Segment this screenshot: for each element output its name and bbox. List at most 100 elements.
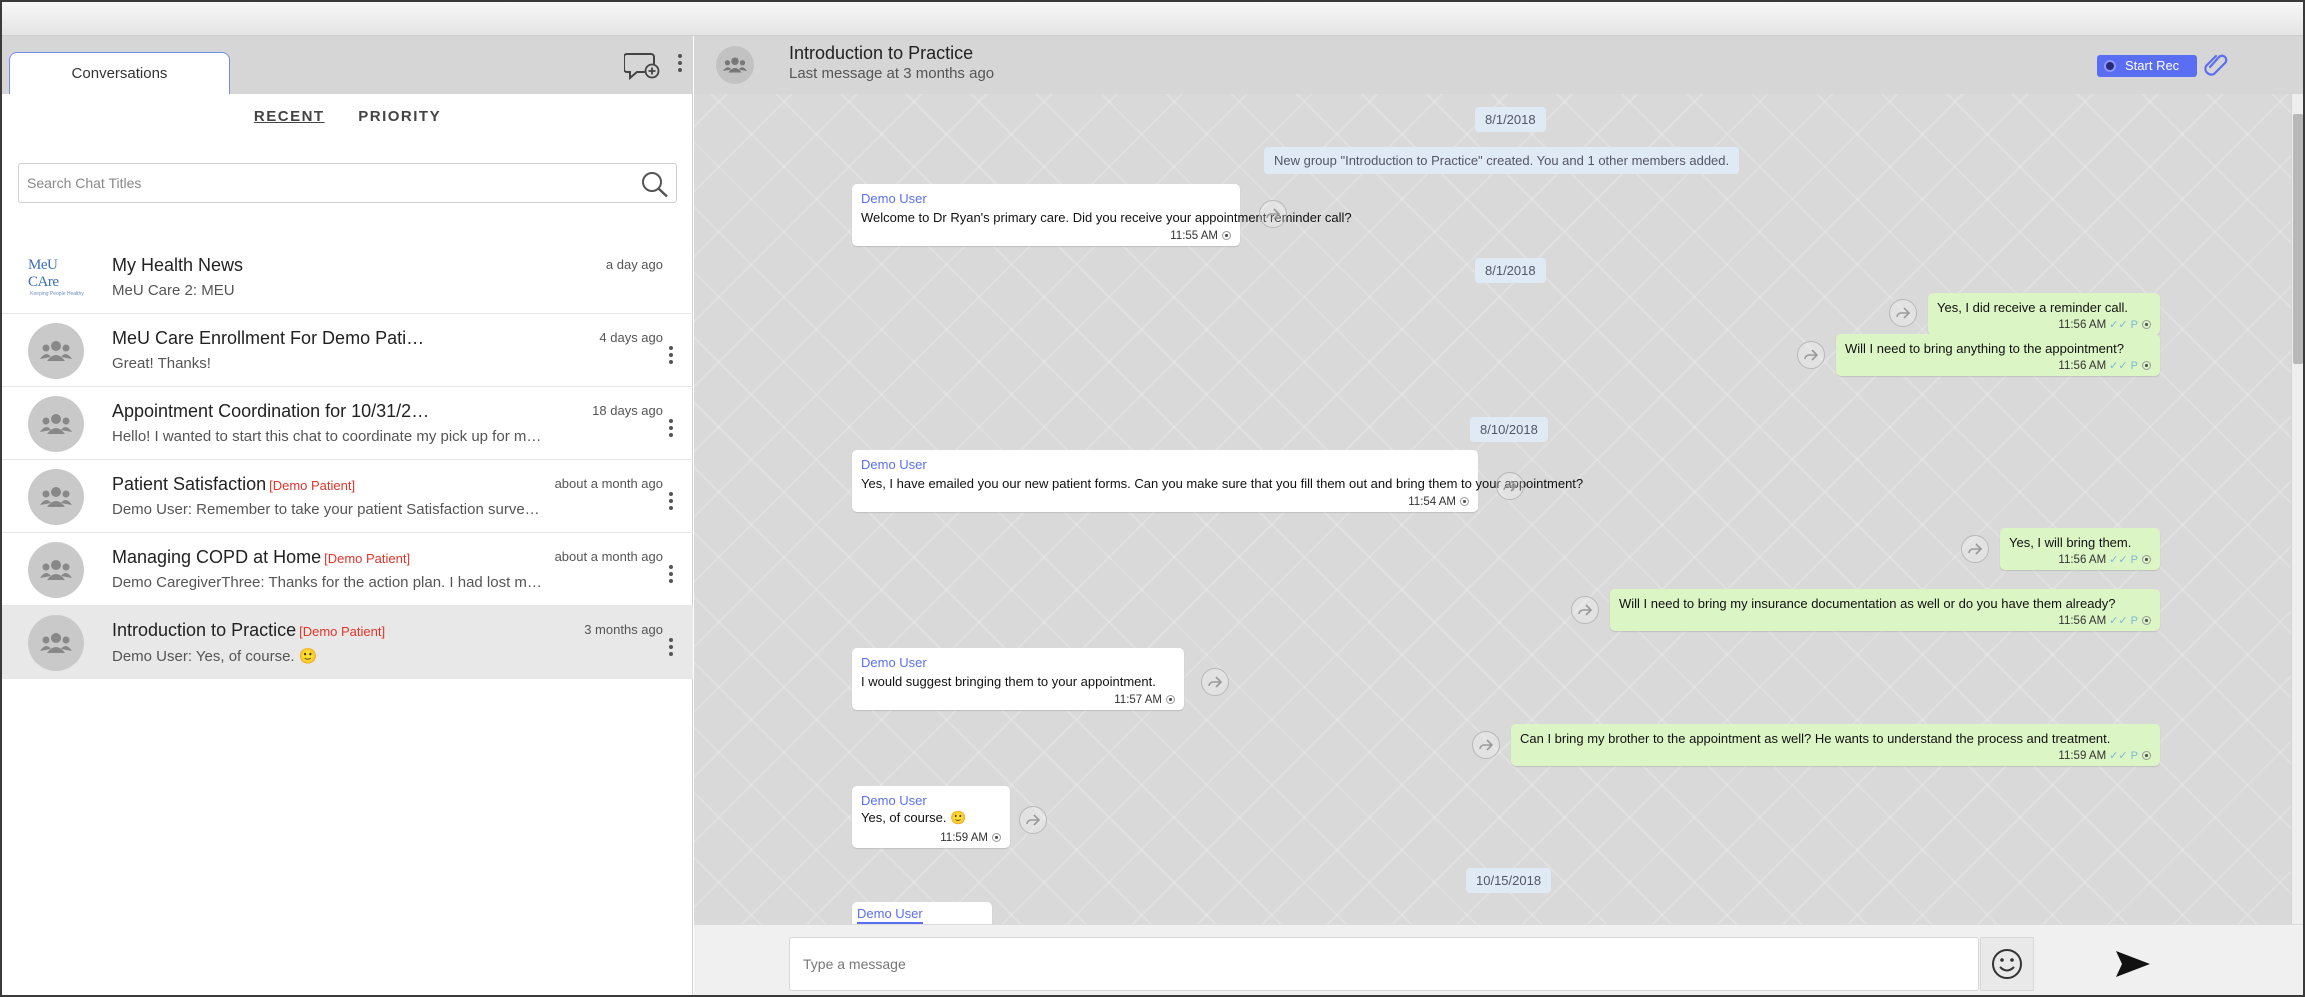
incoming-message: Demo User Welcome to Dr Ryan's primary c… (852, 184, 1352, 246)
group-icon (28, 323, 84, 379)
group-icon[interactable] (716, 46, 754, 84)
emoji-icon[interactable] (1980, 937, 2034, 991)
delivery-status-icon (1460, 497, 1469, 506)
conversation-title: Patient Satisfaction [Demo Patient] (112, 474, 355, 495)
read-receipt: ✓✓ P (2109, 554, 2138, 566)
chat-panel: Introduction to Practice Last message at… (694, 36, 2303, 995)
delivery-status-icon (2142, 361, 2151, 370)
incoming-message: Demo User (852, 902, 992, 924)
message-input[interactable] (790, 938, 1978, 990)
conversation-time: 4 days ago (599, 330, 663, 345)
sidebar-menu-icon[interactable] (673, 54, 687, 80)
read-receipt: ✓✓ P (2109, 615, 2138, 627)
delivery-status-icon (2142, 555, 2151, 564)
filter-recent[interactable]: RECENT (254, 108, 325, 125)
message-time: 11:56 AM ✓✓ P (2058, 318, 2151, 331)
date-separator: 8/1/2018 (1475, 107, 1546, 132)
read-receipt: ✓✓ P (2109, 360, 2138, 372)
message-time-text: 11:59 AM (2058, 750, 2107, 762)
start-recording-label: Start Rec (2125, 58, 2180, 73)
date-separator: 10/15/2018 (1466, 868, 1552, 893)
conversation-item-selected[interactable]: Introduction to Practice [Demo Patient] D… (2, 606, 693, 679)
search-input[interactable] (27, 164, 627, 202)
chat-scrollbar[interactable] (2291, 94, 2303, 924)
record-icon (2104, 60, 2116, 72)
forward-icon[interactable] (1259, 200, 1287, 228)
search-icon[interactable] (640, 170, 670, 198)
forward-icon[interactable] (1019, 806, 1047, 834)
chat-header: Introduction to Practice Last message at… (694, 36, 2303, 94)
start-recording-button[interactable]: Start Rec (2097, 55, 2197, 77)
conversation-menu-icon[interactable] (666, 346, 676, 372)
message-time: 11:56 AM ✓✓ P (2058, 614, 2151, 627)
conversation-item[interactable]: MeU Care Enrollment For Demo Pati… Great… (2, 314, 693, 387)
message-sender: Demo User (861, 655, 927, 670)
message-time-text: 11:56 AM (2058, 554, 2107, 566)
incoming-message: Demo User Yes, of course. 🙂 11:59 AM (852, 786, 1010, 848)
forward-icon[interactable] (1889, 299, 1917, 327)
conversation-item[interactable]: Managing COPD at Home [Demo Patient] Demo… (2, 533, 693, 606)
conversation-list: MeU CAre Keeping People Healthy My Healt… (2, 241, 693, 679)
message-sender: Demo User (861, 793, 927, 808)
conversation-menu-icon[interactable] (666, 638, 676, 664)
message-composer (694, 924, 2303, 995)
delivery-status-icon (992, 833, 1001, 842)
conversation-item[interactable]: Appointment Coordination for 10/31/2… He… (2, 387, 693, 460)
conversation-menu-icon[interactable] (666, 419, 676, 445)
forward-icon[interactable] (1472, 731, 1500, 759)
delivery-status-icon (2142, 320, 2151, 329)
incoming-message: Demo User Yes, I have emailed you our ne… (852, 450, 1583, 512)
incoming-message: Demo User I would suggest bringing them … (852, 648, 1184, 710)
conversation-preview: Demo CaregiverThree: Thanks for the acti… (112, 574, 542, 591)
conversations-sidebar: Conversations RECENT PRIORITY Search Cha… (2, 36, 693, 995)
outgoing-message: Will I need to bring my insurance docume… (1610, 589, 2160, 631)
filter-priority[interactable]: PRIORITY (358, 108, 441, 125)
browser-top-strip (2, 2, 2303, 36)
message-text: I would suggest bringing them to your ap… (861, 674, 1156, 689)
message-time-text: 11:55 AM (1170, 230, 1218, 242)
message-time-text: 11:57 AM (1114, 694, 1162, 706)
conversation-preview: Hello! I wanted to start this chat to co… (112, 428, 542, 445)
conversation-title: Introduction to Practice [Demo Patient] (112, 620, 385, 641)
conversation-title-text: My Health News (112, 255, 244, 275)
demo-patient-tag: [Demo Patient] (269, 478, 356, 493)
conversation-title-text: Appointment Coordination for 10/31/2… (112, 401, 430, 421)
message-time-text: 11:59 AM (940, 832, 988, 844)
group-icon (28, 615, 84, 671)
attachment-icon[interactable] (2204, 51, 2228, 79)
forward-icon[interactable] (1797, 341, 1825, 369)
new-chat-icon[interactable] (623, 51, 660, 81)
chat-last-message-status: Last message at 3 months ago (789, 65, 995, 82)
message-text: Can I bring my brother to the appointmen… (1520, 731, 2111, 746)
forward-icon[interactable] (1496, 472, 1524, 500)
delivery-status-icon (2142, 751, 2151, 760)
read-receipt: ✓✓ P (2109, 319, 2138, 331)
message-time-text: 11:56 AM (2058, 319, 2107, 331)
outgoing-message: Yes, I will bring them. 11:56 AM ✓✓ P (2000, 528, 2160, 570)
send-icon[interactable] (2114, 949, 2152, 979)
conversation-menu-icon[interactable] (666, 565, 676, 591)
message-area[interactable]: 8/1/2018 New group "Introduction to Prac… (694, 94, 2303, 924)
conversation-time: about a month ago (554, 549, 663, 564)
forward-icon[interactable] (1571, 596, 1599, 624)
group-icon (28, 396, 84, 452)
conversation-title: MeU Care Enrollment For Demo Pati… (112, 328, 424, 349)
conversation-preview: Great! Thanks! (112, 355, 211, 372)
message-sender: Demo User (857, 906, 923, 924)
message-time: 11:54 AM (1408, 496, 1469, 508)
conversation-item[interactable]: Patient Satisfaction [Demo Patient] Demo … (2, 460, 693, 533)
message-time: 11:59 AM ✓✓ P (2058, 749, 2151, 762)
outgoing-message: Yes, I did receive a reminder call. 11:5… (1928, 293, 2160, 335)
message-text: Yes, I will bring them. (2009, 535, 2132, 550)
conversation-time: a day ago (605, 257, 663, 272)
conversation-menu-icon[interactable] (666, 492, 676, 518)
tab-conversations[interactable]: Conversations (9, 52, 230, 94)
outgoing-message: Will I need to bring anything to the app… (1836, 334, 2160, 376)
message-time: 11:55 AM (1170, 230, 1231, 242)
forward-icon[interactable] (1961, 535, 1989, 563)
forward-icon[interactable] (1201, 668, 1229, 696)
scrollbar-thumb[interactable] (2293, 114, 2303, 364)
conversation-preview: Demo User: Remember to take your patient… (112, 501, 540, 518)
conversation-item[interactable]: MeU CAre Keeping People Healthy My Healt… (2, 241, 693, 314)
message-time: 11:56 AM ✓✓ P (2058, 359, 2151, 372)
